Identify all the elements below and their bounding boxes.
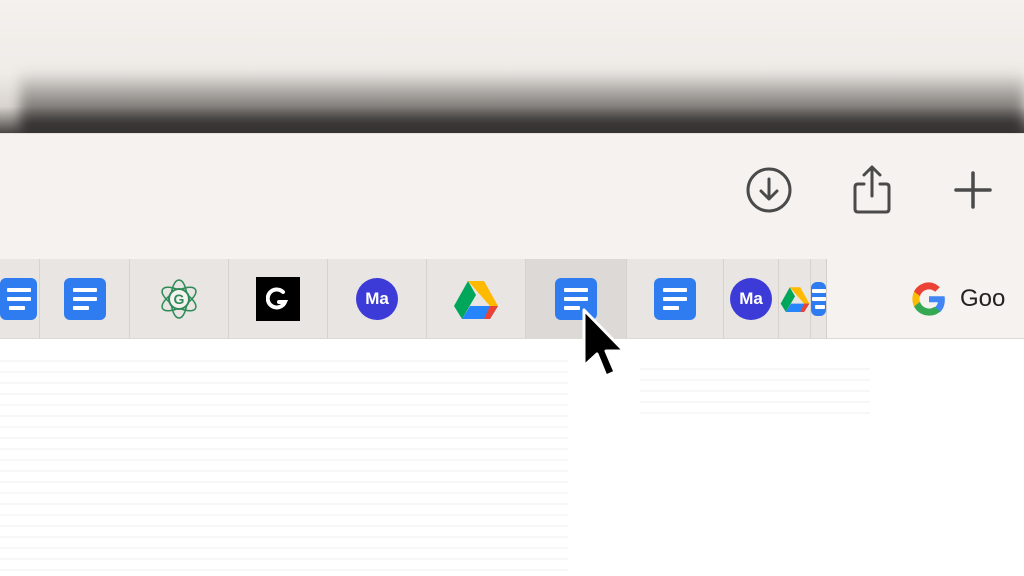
tab-google[interactable]: Goo bbox=[910, 259, 1005, 338]
tab-label: Goo bbox=[960, 284, 1006, 312]
plus-icon bbox=[954, 171, 992, 209]
swirl-mark-icon bbox=[266, 286, 289, 309]
faded-text-block bbox=[640, 359, 870, 414]
pinned-tab[interactable]: Ma bbox=[328, 259, 427, 338]
google-docs-icon bbox=[811, 281, 826, 316]
google-drive-icon bbox=[780, 286, 810, 312]
pinned-tab[interactable] bbox=[627, 259, 724, 338]
ma-avatar-icon: Ma bbox=[356, 277, 398, 320]
desktop-backdrop bbox=[0, 0, 1024, 133]
pinned-tab[interactable]: Ma bbox=[724, 259, 779, 338]
downloads-button[interactable] bbox=[741, 162, 797, 218]
share-button[interactable] bbox=[844, 162, 900, 218]
pinned-tab[interactable] bbox=[427, 259, 526, 338]
screen: G Ma Ma Goo bbox=[0, 0, 1024, 576]
green-g-logo-icon: G bbox=[161, 278, 197, 319]
google-g-icon bbox=[912, 281, 945, 316]
pinned-tab[interactable] bbox=[40, 259, 130, 338]
share-icon bbox=[853, 165, 891, 214]
tab-strip: G Ma Ma Goo bbox=[0, 259, 1024, 339]
svg-text:G: G bbox=[174, 291, 185, 307]
pinned-tab[interactable]: G bbox=[130, 259, 229, 338]
download-icon bbox=[746, 167, 792, 213]
pinned-tab[interactable] bbox=[229, 259, 328, 338]
google-docs-icon bbox=[654, 277, 696, 320]
google-drive-icon bbox=[454, 280, 498, 319]
new-tab-button[interactable] bbox=[945, 162, 1001, 218]
faded-text-block bbox=[0, 351, 568, 571]
pinned-tab[interactable] bbox=[0, 259, 40, 338]
mouse-pointer-icon bbox=[582, 308, 626, 378]
ma-avatar-icon: Ma bbox=[730, 277, 772, 320]
pinned-tab[interactable] bbox=[811, 259, 826, 338]
browser-toolbar bbox=[0, 133, 1024, 260]
google-docs-icon bbox=[0, 277, 37, 320]
google-docs-icon bbox=[63, 277, 106, 320]
page-content bbox=[0, 339, 1024, 576]
pinned-tabs: G Ma Ma bbox=[0, 259, 827, 338]
black-square-logo-icon bbox=[256, 276, 300, 321]
pinned-tab[interactable] bbox=[779, 259, 811, 338]
